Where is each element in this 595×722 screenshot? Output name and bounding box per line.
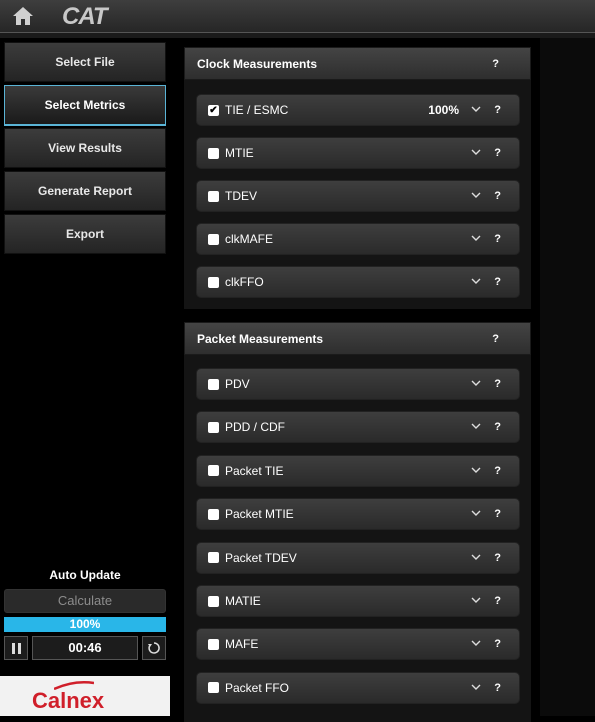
packet-measurements-header: Packet Measurements ? (184, 322, 531, 355)
metric-row[interactable]: MAFE? (196, 628, 520, 661)
metric-label: PDD / CDF (225, 420, 285, 435)
chevron-down-icon[interactable] (471, 276, 481, 286)
chevron-down-icon[interactable] (471, 378, 481, 388)
chevron-down-icon[interactable] (471, 147, 481, 157)
metric-label: clkMAFE (225, 232, 273, 246)
metric-label: clkFFO (225, 275, 264, 289)
help-icon[interactable]: ? (492, 58, 499, 70)
metric-row[interactable]: ✔ TIE / ESMC 100%? (196, 94, 520, 126)
refresh-icon (148, 642, 160, 654)
help-icon[interactable]: ? (494, 378, 501, 390)
timer-display: 00:46 (32, 636, 138, 660)
metric-checkbox[interactable] (208, 595, 219, 607)
chevron-down-icon[interactable] (471, 104, 481, 114)
help-icon[interactable]: ? (494, 682, 501, 694)
help-icon[interactable]: ? (494, 508, 501, 520)
metric-row[interactable]: TDEV? (196, 180, 520, 212)
metric-label: Packet FFO (225, 680, 290, 695)
metric-label: PDV (225, 377, 250, 391)
metric-checkbox[interactable] (208, 276, 219, 288)
metric-row[interactable]: PDV? (196, 368, 520, 400)
auto-update-title: Auto Update (49, 568, 121, 582)
help-icon[interactable]: ? (494, 147, 501, 159)
pause-icon (11, 642, 15, 654)
metric-label: Packet MTIE (225, 507, 294, 522)
metric-row[interactable]: MTIE? (196, 137, 520, 169)
generate-report-button[interactable]: Generate Report (4, 171, 166, 211)
chevron-down-icon[interactable] (471, 638, 481, 648)
chevron-down-icon[interactable] (471, 190, 481, 200)
metric-row[interactable]: Packet TDEV? (196, 541, 520, 574)
pause-button[interactable] (4, 636, 28, 660)
clock-measurements-header: Clock Measurements ? (184, 47, 531, 80)
section-title: Packet Measurements (197, 331, 324, 346)
refresh-button[interactable] (142, 636, 166, 660)
metric-checkbox[interactable]: ✔ (208, 104, 219, 116)
top-bar: CAT (0, 0, 595, 33)
metric-checkbox[interactable] (208, 378, 219, 390)
brand-name: Calnex (32, 688, 105, 713)
metric-label: MATIE (225, 594, 261, 608)
metric-label: Packet TDEV (225, 550, 297, 565)
metric-row[interactable]: Packet MTIE? (196, 498, 520, 531)
metric-row[interactable]: MATIE? (196, 585, 520, 617)
metric-row[interactable]: clkMAFE? (196, 223, 520, 255)
metric-checkbox[interactable] (208, 552, 219, 564)
chevron-down-icon[interactable] (471, 421, 481, 431)
metric-checkbox[interactable] (208, 147, 219, 159)
select-metrics-button[interactable]: Select Metrics (4, 85, 166, 125)
metric-label: Packet TIE (225, 463, 284, 478)
help-icon[interactable]: ? (494, 104, 501, 116)
metrics-panel: Clock Measurements ? ✔ TIE / ESMC 100%? MTI… (170, 38, 595, 722)
chevron-down-icon[interactable] (471, 465, 481, 475)
right-pane (540, 38, 595, 716)
help-icon[interactable]: ? (494, 552, 501, 564)
metric-checkbox[interactable] (208, 190, 219, 202)
app-logo: CAT (62, 3, 108, 30)
metric-percentage: 100% (428, 103, 459, 117)
metric-checkbox[interactable] (208, 421, 219, 433)
help-icon[interactable]: ? (494, 595, 501, 607)
brand-footer: Calnex (0, 676, 170, 716)
select-file-button[interactable]: Select File (4, 42, 166, 82)
help-icon[interactable]: ? (494, 190, 501, 202)
section-title: Clock Measurements (197, 56, 318, 71)
metric-checkbox[interactable] (208, 638, 219, 650)
metric-label: TIE / ESMC (225, 103, 289, 117)
metric-row[interactable]: clkFFO? (196, 266, 520, 298)
metric-label: MTIE (225, 146, 254, 160)
help-icon[interactable]: ? (492, 333, 499, 345)
view-results-button[interactable]: View Results (4, 128, 166, 168)
progress-bar: 100% (4, 617, 166, 632)
help-icon[interactable]: ? (494, 421, 501, 433)
chevron-down-icon[interactable] (471, 682, 481, 692)
metric-row[interactable]: Packet FFO? (196, 671, 520, 704)
metric-checkbox[interactable] (208, 233, 219, 245)
metric-row[interactable]: PDD / CDF? (196, 411, 520, 444)
clock-measurements-section: Clock Measurements ? ✔ TIE / ESMC 100%? MTI… (184, 47, 531, 309)
home-icon[interactable] (12, 6, 34, 26)
help-icon[interactable]: ? (494, 233, 501, 245)
help-icon[interactable]: ? (494, 638, 501, 650)
metric-checkbox[interactable] (208, 508, 219, 520)
chevron-down-icon[interactable] (471, 233, 481, 243)
help-icon[interactable]: ? (494, 465, 501, 477)
chevron-down-icon[interactable] (471, 552, 481, 562)
export-button[interactable]: Export (4, 214, 166, 254)
metric-checkbox[interactable] (208, 465, 219, 477)
packet-measurements-section: Packet Measurements ? PDV? PDD / CDF? Pack… (184, 322, 531, 722)
chevron-down-icon[interactable] (471, 508, 481, 518)
calculate-button[interactable]: Calculate (4, 589, 166, 613)
metric-label: MAFE (225, 637, 259, 652)
auto-update-panel: Auto Update Calculate 100% 00:46 (4, 567, 166, 660)
metric-row[interactable]: Packet TIE? (196, 454, 520, 487)
metric-label: TDEV (225, 189, 258, 203)
help-icon[interactable]: ? (494, 276, 501, 288)
chevron-down-icon[interactable] (471, 595, 481, 605)
metric-checkbox[interactable] (208, 682, 219, 694)
